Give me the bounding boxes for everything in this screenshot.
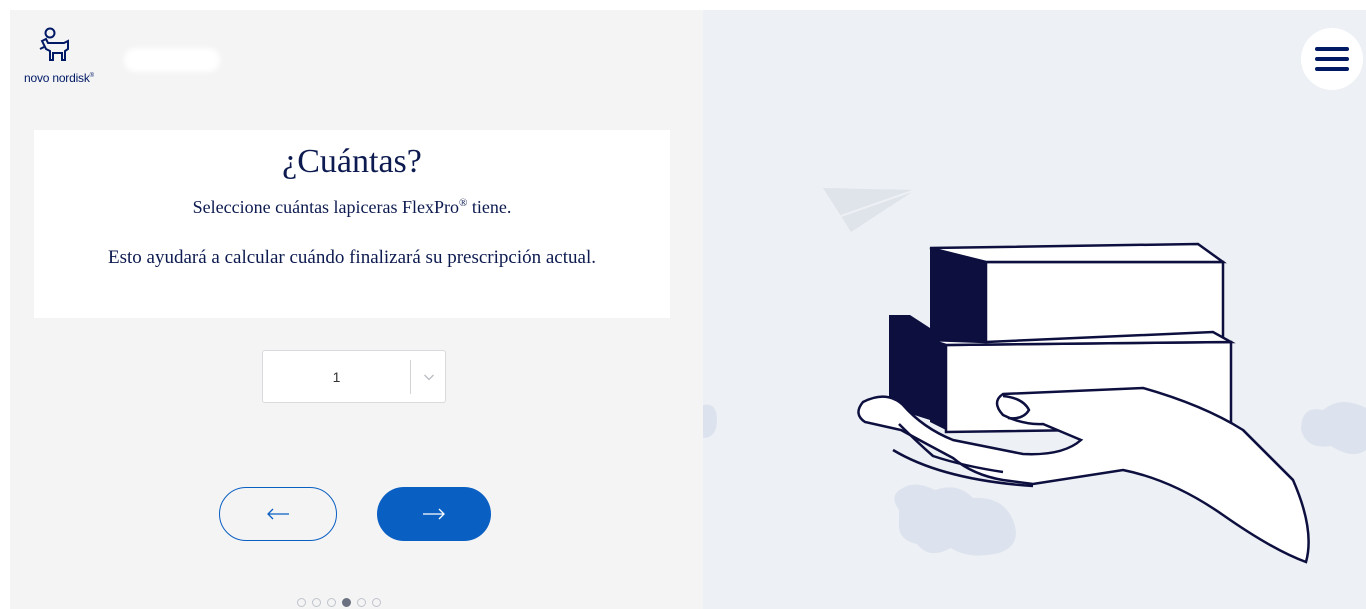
progress-dots [297, 598, 381, 609]
box-top-front [930, 248, 986, 355]
logo-wordmark: novo nordisk® [24, 71, 94, 85]
progress-dot[interactable] [312, 598, 321, 607]
progress-dot[interactable] [342, 598, 351, 607]
arrow-right-icon [423, 508, 445, 520]
hamburger-menu-icon [1315, 47, 1349, 71]
hand-holding-boxes-illustration [703, 188, 1366, 564]
question-help-text: Esto ayudará a calcular cuándo finalizar… [108, 247, 596, 268]
redacted-area [124, 48, 220, 72]
quantity-selected-value: 1 [332, 369, 341, 385]
progress-dot[interactable] [327, 598, 336, 607]
menu-button[interactable] [1301, 28, 1363, 90]
progress-dot[interactable] [372, 598, 381, 607]
select-divider [410, 360, 411, 394]
progress-dot[interactable] [357, 598, 366, 607]
novo-nordisk-logo[interactable]: novo nordisk® [24, 27, 114, 89]
cloud-shape [703, 404, 717, 438]
previous-button[interactable] [219, 487, 337, 541]
next-button[interactable] [377, 487, 491, 541]
quantity-select[interactable]: 1 [262, 350, 446, 403]
right-panel [703, 10, 1366, 609]
arrow-left-icon [267, 508, 289, 520]
apis-bull-icon [39, 27, 69, 61]
cloud-shape [1301, 401, 1366, 455]
progress-dot[interactable] [297, 598, 306, 607]
question-subtitle: Seleccione cuántas lapiceras FlexPro® ti… [192, 197, 512, 217]
question-title: ¿Cuántas? [282, 143, 422, 180]
question-card: ¿Cuántas? Seleccione cuántas lapiceras F… [34, 130, 670, 318]
chevron-down-icon [424, 374, 434, 381]
cloud-shape [894, 484, 1016, 556]
